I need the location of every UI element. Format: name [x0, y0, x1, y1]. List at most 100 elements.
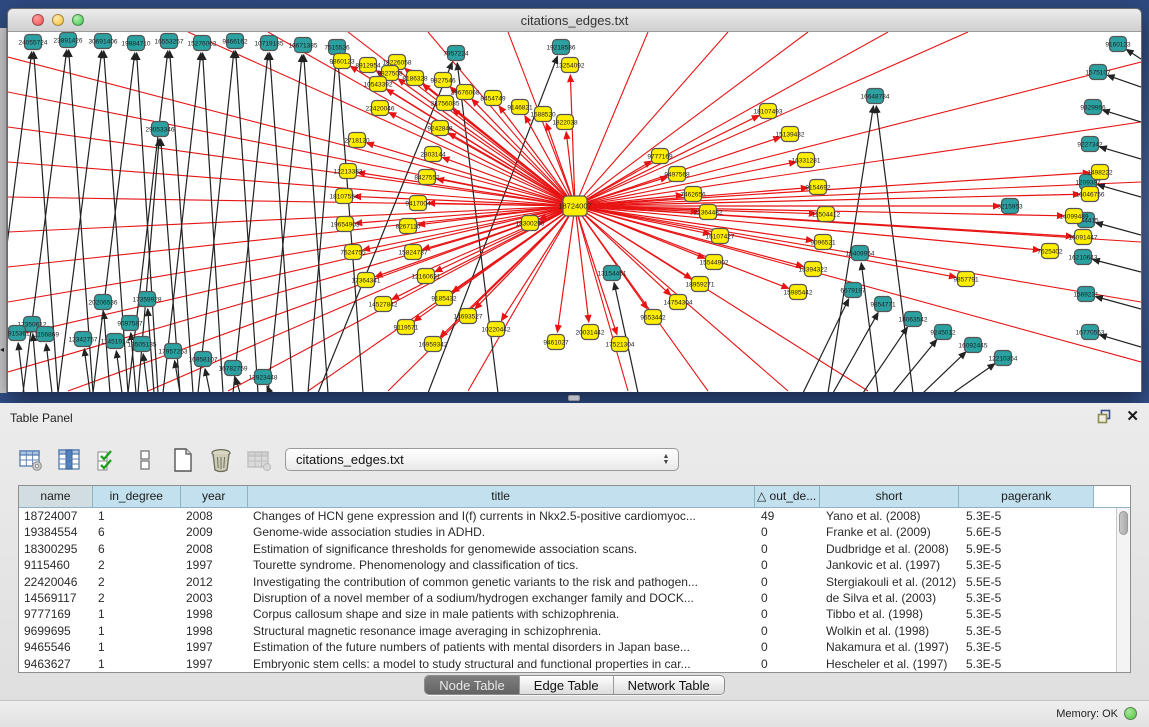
- table-cell[interactable]: 1997: [181, 639, 248, 655]
- table-cell[interactable]: Corpus callosum shape and size in male p…: [248, 606, 756, 622]
- table-cell[interactable]: 6: [93, 541, 181, 557]
- float-panel-icon[interactable]: [1097, 409, 1112, 424]
- graph-node[interactable]: 7957224: [443, 46, 469, 61]
- table-cell[interactable]: 0: [756, 557, 821, 573]
- column-header-short[interactable]: short: [820, 486, 960, 508]
- graph-node[interactable]: 9096521: [810, 235, 836, 250]
- graph-node[interactable]: 14754304: [664, 295, 693, 310]
- graph-node[interactable]: 16046756: [1076, 187, 1105, 202]
- table-cell[interactable]: 1: [93, 508, 181, 524]
- graph-node[interactable]: 16782759: [219, 361, 248, 376]
- table-settings-icon[interactable]: [18, 447, 44, 473]
- graph-node[interactable]: 8267110: [396, 219, 421, 234]
- scrollbar-thumb[interactable]: [1119, 511, 1128, 535]
- graph-node[interactable]: 16553257: [155, 34, 184, 49]
- table-cell[interactable]: 1998: [181, 606, 248, 622]
- table-cell[interactable]: 2009: [181, 524, 248, 540]
- table-cell[interactable]: 2003: [181, 590, 248, 606]
- table-cell[interactable]: Estimation of significance thresholds fo…: [248, 541, 756, 557]
- graph-node[interactable]: 20031442: [576, 325, 605, 340]
- left-collapsed-panel[interactable]: ◂: [0, 28, 7, 393]
- graph-node[interactable]: 12923448: [249, 370, 278, 385]
- graph-node[interactable]: 2803144: [420, 147, 446, 162]
- column-header-pagerank[interactable]: pagerank: [959, 486, 1094, 508]
- graph-node[interactable]: 17521304: [606, 337, 635, 352]
- table-cell[interactable]: 0: [756, 623, 821, 639]
- graph-node[interactable]: 17364341: [352, 273, 381, 288]
- table-cell[interactable]: 5.6E-5: [961, 524, 1096, 540]
- table-cell[interactable]: 0: [756, 606, 821, 622]
- table-cell[interactable]: Tibbo et al. (1998): [821, 606, 961, 622]
- graph-node[interactable]: 1575107: [1085, 65, 1111, 80]
- graph-node[interactable]: 9245012: [930, 325, 956, 340]
- graph-node[interactable]: 7515526: [324, 40, 350, 55]
- table-row[interactable]: 1830029562008Estimation of significance …: [19, 541, 1130, 557]
- graph-node[interactable]: 16091447: [1069, 230, 1098, 245]
- table-row[interactable]: 969969511998Structural magnetic resonanc…: [19, 623, 1130, 639]
- table-select-dropdown[interactable]: citations_edges.txt ▲▼: [285, 448, 679, 471]
- graph-node[interactable]: 9097587: [117, 316, 143, 331]
- graph-node[interactable]: 11504412: [812, 207, 841, 222]
- graph-node[interactable]: 13254092: [556, 58, 585, 73]
- graph-node[interactable]: 9146821: [507, 100, 533, 115]
- table-cell[interactable]: 6: [93, 524, 181, 540]
- graph-node[interactable]: 15276062: [188, 36, 217, 51]
- graph-node[interactable]: 1822038: [552, 115, 578, 130]
- table-cell[interactable]: 2: [93, 574, 181, 590]
- table-cell[interactable]: 0: [756, 541, 821, 557]
- graph-node[interactable]: 31756085: [431, 96, 460, 111]
- table-cell[interactable]: 2008: [181, 541, 248, 557]
- graph-node[interactable]: 15985442: [784, 285, 813, 300]
- graph-node[interactable]: 19218586: [547, 40, 576, 55]
- table-cell[interactable]: Tourette syndrome. Phenomenology and cla…: [248, 557, 756, 573]
- table-row[interactable]: 1456911722003Disruption of a novel membe…: [19, 590, 1130, 606]
- graph-node[interactable]: 16210643: [1069, 250, 1098, 265]
- table-row[interactable]: 977716911998Corpus callosum shape and si…: [19, 606, 1130, 622]
- table-cell[interactable]: 5.9E-5: [961, 541, 1096, 557]
- table-cell[interactable]: 2: [93, 557, 181, 573]
- table-cell[interactable]: 18724007: [19, 508, 93, 524]
- table-cell[interactable]: 5.5E-5: [961, 574, 1096, 590]
- graph-node[interactable]: 9827546: [430, 73, 456, 88]
- network-canvas[interactable]: 1872400724055724238914263069140619884710…: [8, 32, 1141, 392]
- graph-node[interactable]: 16958107: [189, 352, 218, 367]
- table-cell[interactable]: 18300295: [19, 541, 93, 557]
- graph-node[interactable]: 15544902: [700, 255, 729, 270]
- table-cell[interactable]: 5.3E-5: [961, 623, 1096, 639]
- table-cell[interactable]: 2: [93, 590, 181, 606]
- table-cell[interactable]: Jankovic et al. (1997): [821, 557, 961, 573]
- graph-node[interactable]: 16092445: [959, 338, 988, 353]
- table-cell[interactable]: 9115460: [19, 557, 93, 573]
- graph-node[interactable]: 24055724: [19, 35, 48, 50]
- table-row[interactable]: 946554611997Estimation of the future num…: [19, 639, 1130, 655]
- table-row[interactable]: 946362711997Embryonic stem cells: a mode…: [19, 656, 1130, 672]
- column-header-name[interactable]: name: [19, 486, 93, 508]
- table-row[interactable]: 2242004622012Investigating the contribut…: [19, 574, 1130, 590]
- graph-node[interactable]: 7625402: [1037, 244, 1063, 259]
- table-cell[interactable]: Changes of HCN gene expression and I(f) …: [248, 508, 756, 524]
- graph-node[interactable]: 9160123: [1105, 37, 1131, 52]
- graph-node[interactable]: 9854771: [870, 297, 896, 312]
- table-cell[interactable]: 5.3E-5: [961, 656, 1096, 672]
- graph-node[interactable]: 9154692: [805, 180, 831, 195]
- graph-node[interactable]: 13154451: [598, 266, 627, 281]
- table-cell[interactable]: 1: [93, 639, 181, 655]
- table-cell[interactable]: Disruption of a novel member of a sodium…: [248, 590, 756, 606]
- graph-node[interactable]: 2718120: [344, 133, 370, 148]
- table-cell[interactable]: 19384554: [19, 524, 93, 540]
- table-cell[interactable]: Stergiakouli et al. (2012): [821, 574, 961, 590]
- table-cell[interactable]: Yano et al. (2008): [821, 508, 961, 524]
- graph-node[interactable]: 9461027: [543, 335, 569, 350]
- table-cell[interactable]: 0: [756, 656, 821, 672]
- table-cell[interactable]: 2012: [181, 574, 248, 590]
- table-cell[interactable]: 0: [756, 639, 821, 655]
- graph-node[interactable]: 1569231: [1073, 287, 1099, 302]
- graph-node[interactable]: 8454749: [480, 91, 506, 106]
- graph-node[interactable]: 7624755: [340, 245, 366, 260]
- select-attributes-icon[interactable]: [94, 447, 120, 473]
- vertical-scrollbar[interactable]: [1116, 508, 1130, 672]
- graph-node[interactable]: 16409954: [846, 246, 875, 261]
- table-cell[interactable]: 1998: [181, 623, 248, 639]
- table-cell[interactable]: Hescheler et al. (1997): [821, 656, 961, 672]
- table-cell[interactable]: Investigating the contribution of common…: [248, 574, 756, 590]
